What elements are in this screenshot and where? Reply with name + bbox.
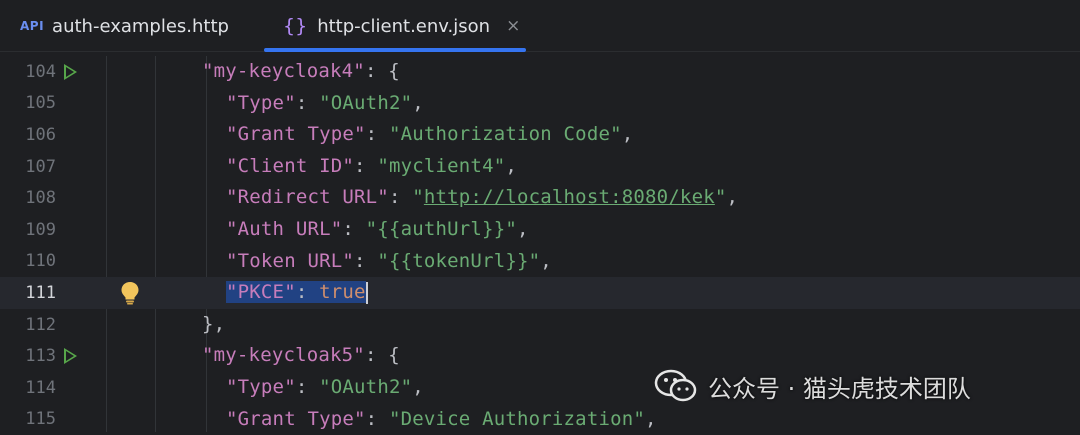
punctuation: , xyxy=(726,186,739,209)
code-line[interactable]: 106 "Grant Type": "Authorization Code", xyxy=(0,119,1080,151)
run-request-icon[interactable] xyxy=(64,348,77,365)
line-number: 106 xyxy=(25,124,56,145)
code-text: "my-keycloak4": { xyxy=(202,56,400,88)
tab-label: http-client.env.json xyxy=(317,15,491,37)
json-key: "PKCE" xyxy=(226,281,296,304)
json-key: "Redirect URL" xyxy=(226,186,389,209)
json-string: "OAuth2" xyxy=(319,91,413,114)
text-caret xyxy=(365,281,368,304)
line-number: 108 xyxy=(25,188,56,209)
code-text: "PKCE": true xyxy=(226,277,368,309)
json-string-quote: " xyxy=(412,186,424,209)
json-key: "my-keycloak5" xyxy=(202,344,365,367)
code-text: "Redirect URL": "http://localhost:8080/k… xyxy=(226,182,738,214)
punctuation: : xyxy=(295,91,320,114)
run-request-icon[interactable] xyxy=(64,63,77,80)
code-text: "Token URL": "{{tokenUrl}}", xyxy=(226,246,552,278)
punctuation: : xyxy=(388,186,413,209)
code-line[interactable]: 112 }, xyxy=(0,309,1080,341)
tab-auth-examples[interactable]: API auth-examples.http xyxy=(20,0,229,52)
json-key: "Token URL" xyxy=(226,249,355,272)
json-string-quote: " xyxy=(714,186,727,209)
punctuation: }, xyxy=(202,312,226,335)
punctuation: : xyxy=(342,218,366,240)
punctuation: : xyxy=(295,376,320,398)
json-string: "Device Authorization" xyxy=(388,407,646,430)
json-string: "{{authUrl}}" xyxy=(365,218,517,240)
line-number: 113 xyxy=(25,346,56,367)
line-number: 112 xyxy=(25,314,56,335)
line-number: 115 xyxy=(25,409,56,430)
editor-tab-bar: API auth-examples.http {} http-client.en… xyxy=(0,0,1080,52)
wechat-icon xyxy=(654,369,697,402)
lightbulb-icon[interactable] xyxy=(120,281,140,305)
punctuation: : xyxy=(354,249,378,272)
json-key: "my-keycloak4" xyxy=(202,60,365,82)
code-line[interactable]: 107 "Client ID": "myclient4", xyxy=(0,151,1080,183)
json-string: "{{tokenUrl}}" xyxy=(377,249,541,272)
tab-label: auth-examples.http xyxy=(52,15,229,37)
code-line[interactable]: 115 "Grant Type": "Device Authorization"… xyxy=(0,404,1080,435)
punctuation: : xyxy=(365,407,389,430)
punctuation: , xyxy=(645,407,657,430)
code-text: "Type": "OAuth2", xyxy=(226,88,424,120)
json-key: "Grant Type" xyxy=(226,123,366,146)
watermark: 公众号 · 猫头虎技术团队 xyxy=(654,366,971,406)
close-icon[interactable]: × xyxy=(506,16,520,36)
code-text: "Type": "OAuth2", xyxy=(226,372,424,404)
tab-http-client-env[interactable]: {} http-client.env.json × xyxy=(283,0,520,52)
punctuation: , xyxy=(505,154,517,177)
code-line-current[interactable]: 111 "PKCE": true xyxy=(0,277,1080,309)
json-boolean: true xyxy=(319,281,366,304)
code-line[interactable]: 109 "Auth URL": "{{authUrl}}", xyxy=(0,214,1080,246)
line-number: 109 xyxy=(25,219,56,240)
api-file-icon: API xyxy=(20,19,45,33)
code-text: "Auth URL": "{{authUrl}}", xyxy=(226,214,529,246)
punctuation: , xyxy=(516,218,529,240)
code-line[interactable]: 108 "Redirect URL": "http://localhost:80… xyxy=(0,182,1080,214)
punctuation: : xyxy=(354,154,378,177)
json-key: "Grant Type" xyxy=(226,407,366,430)
punctuation: : { xyxy=(364,60,400,82)
json-key: "Type" xyxy=(226,91,296,114)
code-text: "my-keycloak5": { xyxy=(202,340,400,372)
json-key: "Auth URL" xyxy=(226,218,343,240)
line-number: 105 xyxy=(25,93,56,114)
line-number: 107 xyxy=(25,156,56,177)
json-file-icon: {} xyxy=(283,15,308,37)
json-string: "myclient4" xyxy=(377,154,506,177)
code-text: "Grant Type": "Authorization Code", xyxy=(226,119,633,151)
json-key: "Client ID" xyxy=(226,154,355,177)
code-text: "Client ID": "myclient4", xyxy=(226,151,517,183)
line-number: 110 xyxy=(25,251,56,272)
line-number: 104 xyxy=(25,61,56,82)
line-number: 111 xyxy=(25,282,56,303)
json-string: "OAuth2" xyxy=(319,376,413,398)
active-tab-indicator xyxy=(264,48,526,52)
punctuation: , xyxy=(412,376,424,398)
code-text: "Grant Type": "Device Authorization", xyxy=(226,404,657,435)
code-line[interactable]: 110 "Token URL": "{{tokenUrl}}", xyxy=(0,246,1080,278)
json-key: "Type" xyxy=(226,376,296,398)
punctuation: : xyxy=(365,123,389,146)
line-number: 114 xyxy=(25,377,56,398)
punctuation: : { xyxy=(364,344,400,367)
punctuation: , xyxy=(540,249,552,272)
url-link[interactable]: http://localhost:8080/kek xyxy=(424,186,715,208)
code-line[interactable]: 105 "Type": "OAuth2", xyxy=(0,88,1080,120)
code-text: }, xyxy=(202,309,225,341)
watermark-text: 公众号 · 猫头虎技术团队 xyxy=(708,374,971,403)
punctuation: : xyxy=(295,281,320,304)
punctuation: , xyxy=(412,91,424,114)
json-string: "Authorization Code" xyxy=(388,123,622,146)
punctuation: , xyxy=(621,123,634,146)
code-line[interactable]: 104 "my-keycloak4": { xyxy=(0,56,1080,88)
